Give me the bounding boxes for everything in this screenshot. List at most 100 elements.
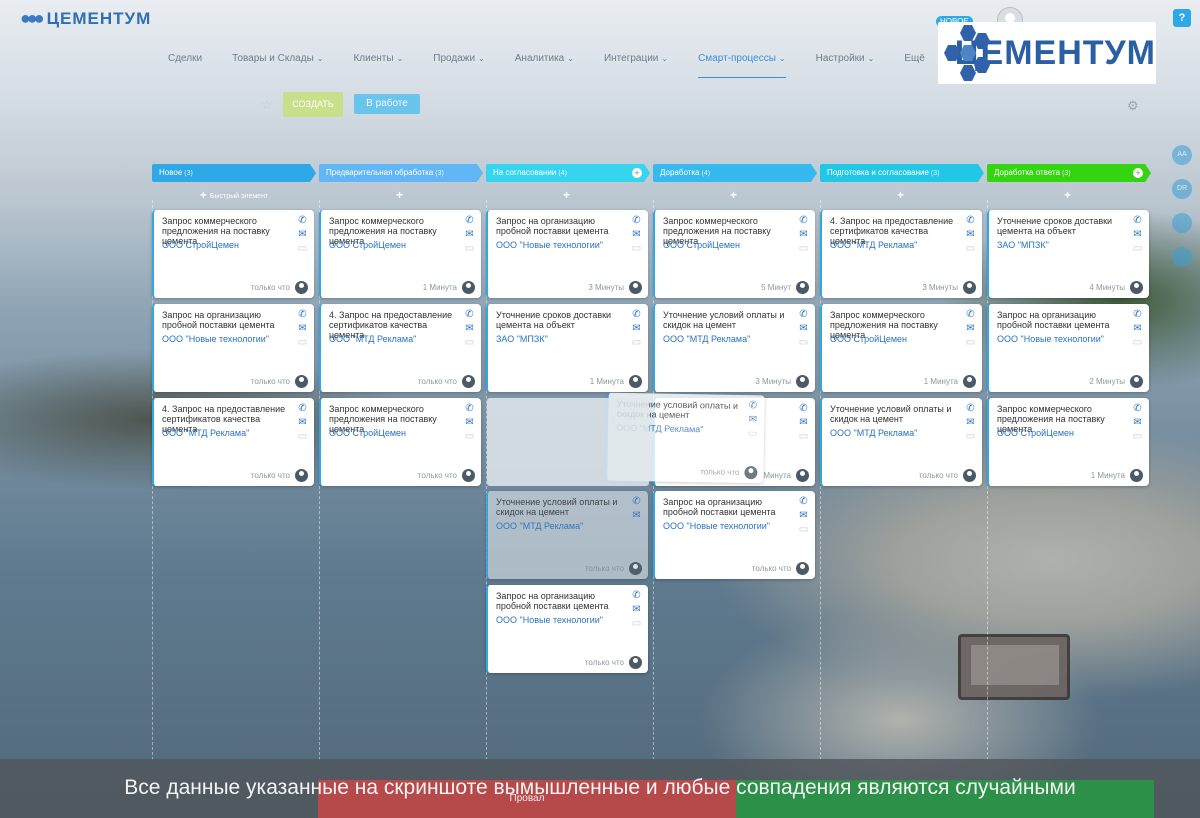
mail-icon[interactable]: ✉ <box>965 417 976 428</box>
column-header[interactable]: Новое (3) <box>152 164 316 182</box>
phone-icon[interactable]: ✆ <box>631 590 642 601</box>
chat-icon[interactable]: ▭ <box>965 431 976 442</box>
chat-icon[interactable]: ▭ <box>1132 337 1143 348</box>
responsible-avatar[interactable] <box>796 469 809 482</box>
responsible-avatar[interactable] <box>629 281 642 294</box>
quick-add-button[interactable]: + <box>486 185 650 205</box>
menu-item-5[interactable]: Интеграции ⌄ <box>604 53 668 78</box>
card-company-link[interactable]: ООО "МТД Реклама" <box>329 334 416 344</box>
responsible-avatar[interactable] <box>629 375 642 388</box>
responsible-avatar[interactable] <box>963 469 976 482</box>
mail-icon[interactable]: ✉ <box>631 604 642 615</box>
deal-card[interactable]: 4. Запрос на предоставление сертификатов… <box>820 210 982 298</box>
phone-icon[interactable]: ✆ <box>1132 215 1143 226</box>
card-company-link[interactable]: ООО "МТД Реклама" <box>496 521 583 531</box>
menu-item-7[interactable]: Настройки ⌄ <box>816 53 875 78</box>
card-company-link[interactable]: ЗАО "МПЗК" <box>997 240 1049 250</box>
phone-icon[interactable]: ✆ <box>631 496 642 507</box>
rail-avatar[interactable]: АА <box>1172 145 1192 165</box>
phone-icon[interactable]: ✆ <box>297 309 308 320</box>
phone-icon[interactable]: ✆ <box>464 215 475 226</box>
card-title[interactable]: Запрос на организацию пробной поставки ц… <box>663 497 791 517</box>
menu-item-3[interactable]: Продажи ⌄ <box>433 53 484 78</box>
card-title[interactable]: Запрос на организацию пробной поставки ц… <box>162 310 290 330</box>
card-company-link[interactable]: ООО "МТД Реклама" <box>830 240 917 250</box>
chat-icon[interactable]: ▭ <box>798 431 809 442</box>
card-title[interactable]: Запрос на организацию пробной поставки ц… <box>496 216 624 236</box>
menu-item-4[interactable]: Аналитика ⌄ <box>515 53 574 78</box>
chat-icon[interactable]: ▭ <box>631 337 642 348</box>
chat-icon[interactable]: ▭ <box>747 428 758 439</box>
deal-card[interactable]: Запрос на организацию пробной поставки ц… <box>486 585 648 673</box>
responsible-avatar[interactable] <box>963 375 976 388</box>
phone-icon[interactable]: ✆ <box>1132 309 1143 320</box>
add-column-icon[interactable]: + <box>1133 168 1143 178</box>
phone-icon[interactable]: ✆ <box>965 403 976 414</box>
menu-item-1[interactable]: Товары и Склады ⌄ <box>232 53 323 78</box>
mail-icon[interactable]: ✉ <box>1132 229 1143 240</box>
phone-icon[interactable]: ✆ <box>297 403 308 414</box>
mail-icon[interactable]: ✉ <box>631 323 642 334</box>
responsible-avatar[interactable] <box>462 281 475 294</box>
card-title[interactable]: Уточнение условий оплаты и скидок на цем… <box>830 404 958 424</box>
card-company-link[interactable]: ООО "Новые технологии" <box>496 240 603 250</box>
deal-card[interactable]: Запрос коммерческого предложения на пост… <box>152 210 314 298</box>
column-header[interactable]: Доработка ответа (3) + <box>987 164 1151 182</box>
deal-card[interactable]: Запрос на организацию пробной поставки ц… <box>486 210 648 298</box>
responsible-avatar[interactable] <box>462 375 475 388</box>
mail-icon[interactable]: ✉ <box>965 323 976 334</box>
card-title[interactable]: Запрос на организацию пробной поставки ц… <box>997 310 1125 330</box>
deal-card[interactable]: Уточнение сроков доставки цемента на объ… <box>486 304 648 392</box>
mail-icon[interactable]: ✉ <box>1132 323 1143 334</box>
mail-icon[interactable]: ✉ <box>297 323 308 334</box>
chat-icon[interactable]: ▭ <box>297 337 308 348</box>
chat-icon[interactable]: ▭ <box>297 243 308 254</box>
responsible-avatar[interactable] <box>462 469 475 482</box>
settings-gear-icon[interactable]: ⚙ <box>1127 98 1139 114</box>
card-company-link[interactable]: ООО "Новые технологии" <box>496 615 603 625</box>
app-logo[interactable]: ●●● ЦЕМЕНТУМ <box>20 8 151 29</box>
column-header[interactable]: Подготовка и согласование (3) <box>820 164 984 182</box>
menu-item-2[interactable]: Клиенты ⌄ <box>353 53 403 78</box>
phone-icon[interactable]: ✆ <box>631 215 642 226</box>
card-company-link[interactable]: ООО СтройЦемен <box>329 240 406 250</box>
deal-card[interactable]: Запрос коммерческого предложения на пост… <box>820 304 982 392</box>
phone-icon[interactable]: ✆ <box>631 309 642 320</box>
quick-add-button[interactable]: + <box>820 185 984 205</box>
phone-icon[interactable]: ✆ <box>965 309 976 320</box>
chat-icon[interactable]: ▭ <box>631 243 642 254</box>
mail-icon[interactable]: ✉ <box>631 510 642 521</box>
phone-icon[interactable]: ✆ <box>464 309 475 320</box>
card-company-link[interactable]: ООО "МТД Реклама" <box>830 428 917 438</box>
menu-item-8[interactable]: Ещё <box>904 53 924 78</box>
create-button[interactable]: СОЗДАТЬ <box>283 92 343 117</box>
deal-card[interactable]: 4. Запрос на предоставление сертификатов… <box>319 304 481 392</box>
mail-icon[interactable]: ✉ <box>798 510 809 521</box>
mail-icon[interactable]: ✉ <box>464 229 475 240</box>
chat-icon[interactable]: ▭ <box>631 524 642 535</box>
mail-icon[interactable]: ✉ <box>965 229 976 240</box>
chat-icon[interactable]: ▭ <box>798 524 809 535</box>
responsible-avatar[interactable] <box>744 466 758 480</box>
card-company-link[interactable]: ООО "МТД Реклама" <box>663 334 750 344</box>
mail-icon[interactable]: ✉ <box>297 229 308 240</box>
quick-add-button[interactable]: + Быстрый элемент <box>152 185 316 205</box>
responsible-avatar[interactable] <box>796 562 809 575</box>
rail-avatar[interactable]: DR <box>1172 179 1192 199</box>
column-header[interactable]: На согласовании (4) + <box>486 164 650 182</box>
chat-icon[interactable]: ▭ <box>965 243 976 254</box>
responsible-avatar[interactable] <box>1130 469 1143 482</box>
phone-icon[interactable]: ✆ <box>297 215 308 226</box>
chat-icon[interactable]: ▭ <box>464 337 475 348</box>
responsible-avatar[interactable] <box>295 469 308 482</box>
card-company-link[interactable]: ООО СтройЦемен <box>162 240 239 250</box>
mail-icon[interactable]: ✉ <box>798 417 809 428</box>
menu-item-6[interactable]: Смарт-процессы ⌄ <box>698 53 786 78</box>
responsible-avatar[interactable] <box>796 375 809 388</box>
card-title[interactable]: Уточнение сроков доставки цемента на объ… <box>496 310 624 330</box>
deal-card[interactable]: Запрос коммерческого предложения на пост… <box>987 398 1149 486</box>
deal-card[interactable]: Запрос коммерческого предложения на пост… <box>653 210 815 298</box>
add-column-icon[interactable]: + <box>632 168 642 178</box>
quick-add-button[interactable]: + <box>319 185 483 205</box>
chat-icon[interactable]: ▭ <box>798 243 809 254</box>
